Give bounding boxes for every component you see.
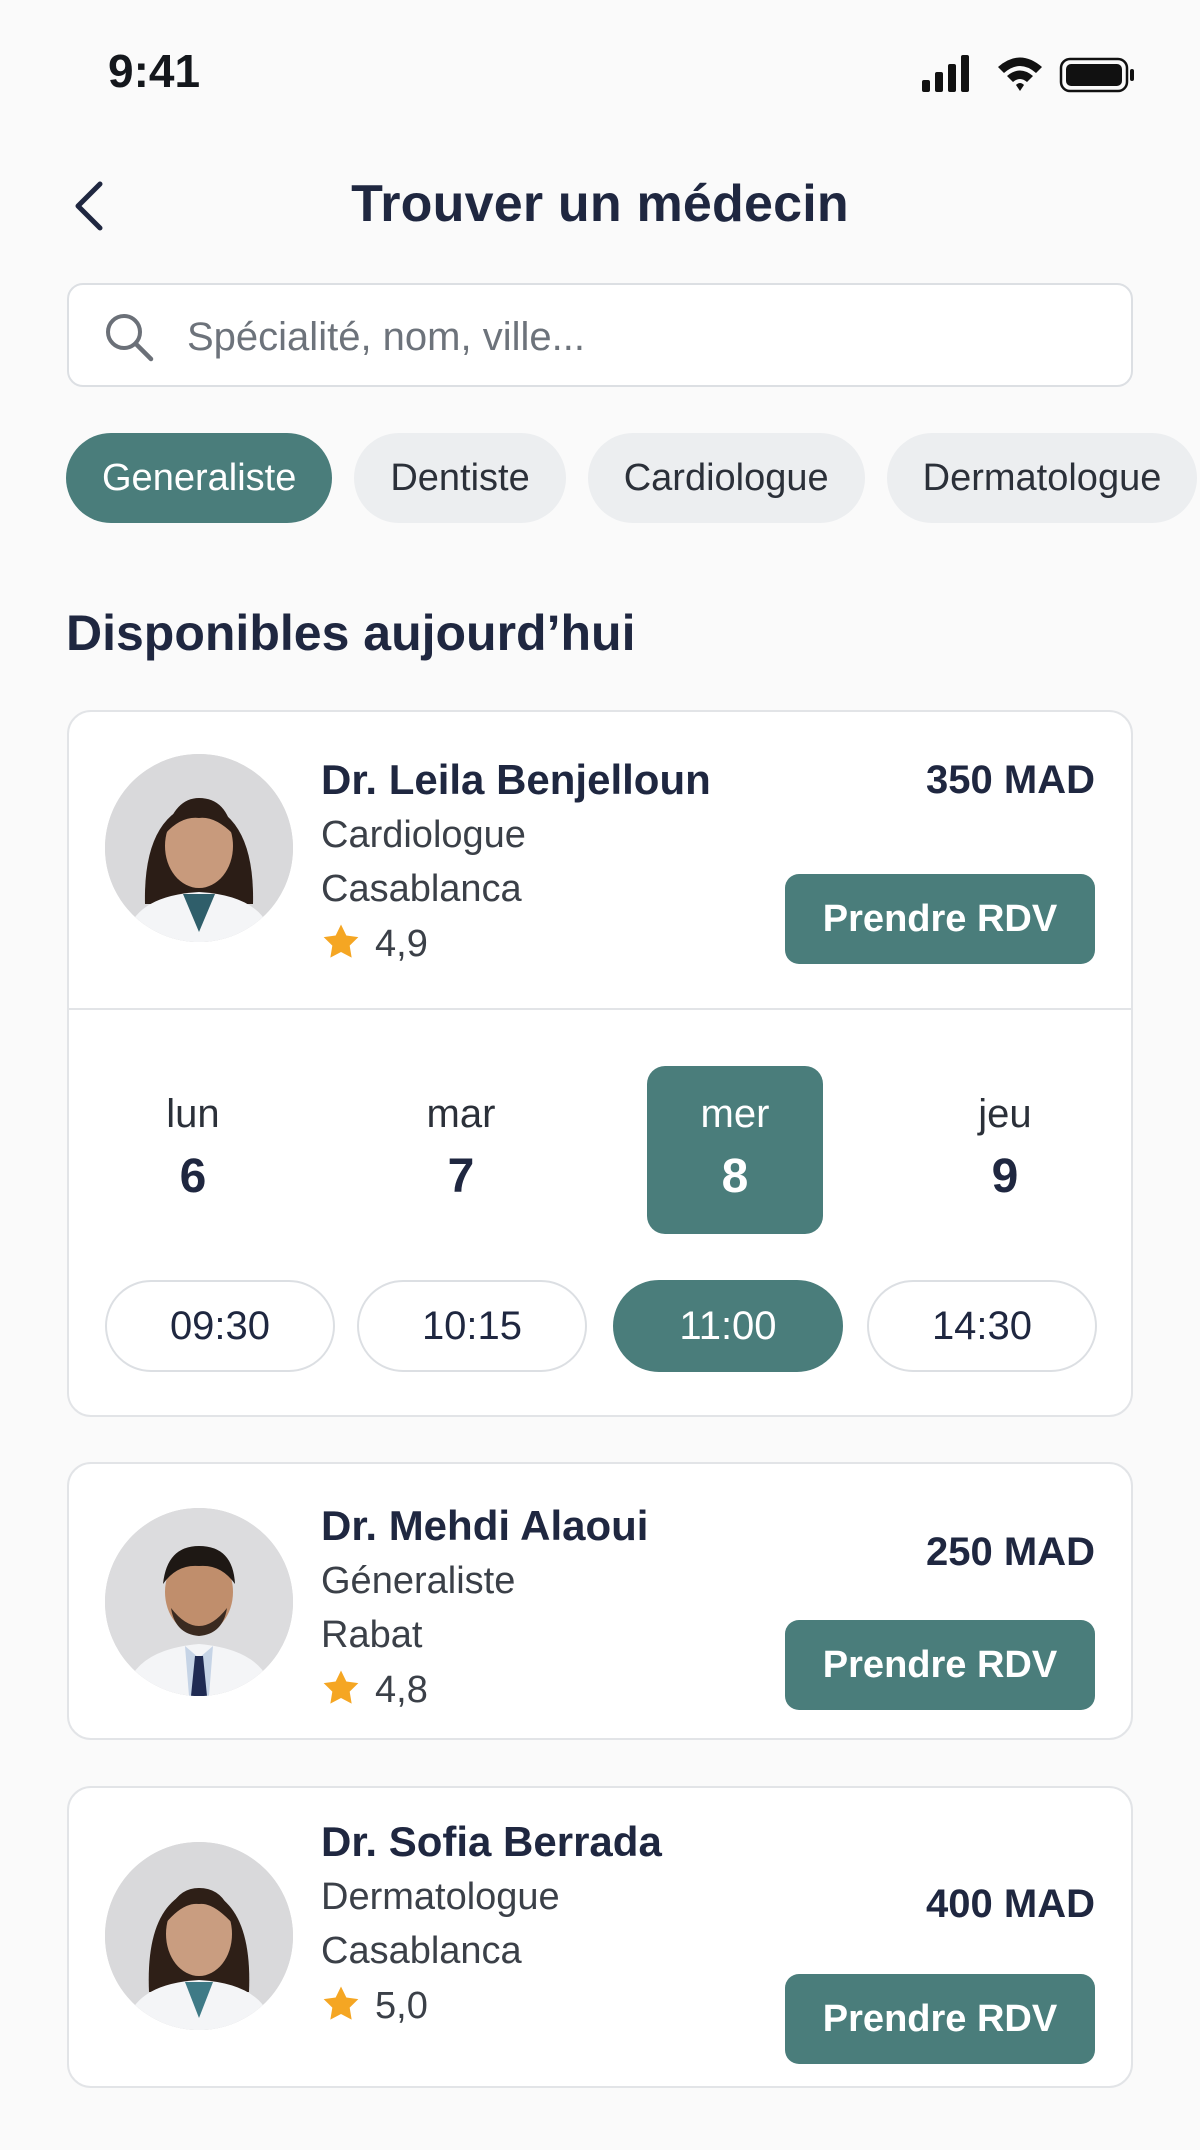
specialty-filter-chips: Generaliste Dentiste Cardiologue Dermatolog… bbox=[66, 433, 1200, 525]
rating-value: 5,0 bbox=[375, 1985, 428, 2027]
time-slot[interactable]: 10:15 bbox=[357, 1280, 587, 1372]
chip-generaliste[interactable]: Generaliste bbox=[66, 433, 333, 523]
day-name: jeu bbox=[978, 1092, 1032, 1136]
time-slot-selected[interactable]: 11:00 bbox=[613, 1280, 843, 1372]
day-option[interactable]: jeu 9 bbox=[917, 1066, 1093, 1234]
day-name: mer bbox=[700, 1092, 770, 1136]
avatar bbox=[105, 754, 293, 942]
avatar bbox=[105, 1508, 293, 1696]
doctor-specialty: Dermatologue bbox=[321, 1876, 560, 1918]
search-bar[interactable] bbox=[67, 283, 1133, 387]
wifi-icon bbox=[998, 57, 1042, 91]
status-time: 9:41 bbox=[108, 45, 201, 97]
doctor-name: Dr. Mehdi Alaoui bbox=[321, 1502, 649, 1549]
doctor-card: Dr. Sofia Berrada Dermatologue Casablanc… bbox=[67, 1786, 1133, 2088]
doctor-rating: 4,9 bbox=[321, 922, 428, 966]
book-appointment-button[interactable]: Prendre RDV bbox=[785, 1620, 1095, 1710]
rating-value: 4,8 bbox=[375, 1669, 428, 1711]
doctor-specialty: Géneraliste bbox=[321, 1560, 516, 1602]
day-name: mar bbox=[426, 1092, 496, 1136]
rating-value: 4,9 bbox=[375, 923, 428, 965]
doctor-card: Dr. Mehdi Alaoui Géneraliste Rabat 4,8 2… bbox=[67, 1462, 1133, 1740]
chip-cardiologue[interactable]: Cardiologue bbox=[587, 433, 865, 523]
battery-icon bbox=[1059, 57, 1134, 93]
chip-dermatologue[interactable]: Dermatologue bbox=[886, 433, 1198, 523]
doctor-name: Dr. Sofia Berrada bbox=[321, 1818, 662, 1865]
day-number: 9 bbox=[991, 1150, 1019, 1203]
doctor-rating: 4,8 bbox=[321, 1668, 428, 1712]
day-option-selected[interactable]: mer 8 bbox=[647, 1066, 823, 1234]
divider bbox=[69, 1008, 1131, 1010]
section-title: Disponibles aujourd’hui bbox=[66, 605, 636, 661]
doctor-city: Rabat bbox=[321, 1614, 423, 1656]
doctor-name: Dr. Leila Benjelloun bbox=[321, 756, 711, 803]
day-option[interactable]: lun 6 bbox=[105, 1066, 281, 1234]
status-icons bbox=[922, 55, 1134, 93]
book-appointment-button[interactable]: Prendre RDV bbox=[785, 1974, 1095, 2064]
day-number: 7 bbox=[447, 1150, 475, 1203]
doctor-rating: 5,0 bbox=[321, 1984, 428, 2028]
day-number: 6 bbox=[179, 1150, 207, 1203]
page-title: Trouver un médecin bbox=[351, 175, 849, 233]
time-slot[interactable]: 14:30 bbox=[867, 1280, 1097, 1372]
search-input[interactable] bbox=[185, 307, 1089, 367]
doctor-specialty: Cardiologue bbox=[321, 814, 526, 856]
day-number: 8 bbox=[721, 1150, 749, 1203]
consultation-price: 350 MAD bbox=[926, 758, 1095, 802]
avatar bbox=[105, 1842, 293, 2030]
signal-icon bbox=[922, 55, 969, 92]
time-slot[interactable]: 09:30 bbox=[105, 1280, 335, 1372]
doctor-city: Casablanca bbox=[321, 868, 522, 910]
day-option[interactable]: mar 7 bbox=[373, 1066, 549, 1234]
day-name: lun bbox=[166, 1092, 220, 1136]
star-icon bbox=[323, 1986, 359, 2020]
doctor-city: Casablanca bbox=[321, 1930, 522, 1972]
consultation-price: 400 MAD bbox=[926, 1882, 1095, 1926]
book-appointment-button[interactable]: Prendre RDV bbox=[785, 874, 1095, 964]
doctor-card: Dr. Leila Benjelloun Cardiologue Casabla… bbox=[67, 710, 1133, 1417]
star-icon bbox=[323, 924, 359, 958]
consultation-price: 250 MAD bbox=[926, 1530, 1095, 1574]
star-icon bbox=[323, 1670, 359, 1704]
search-icon bbox=[106, 314, 154, 362]
chip-dentiste[interactable]: Dentiste bbox=[354, 433, 566, 523]
